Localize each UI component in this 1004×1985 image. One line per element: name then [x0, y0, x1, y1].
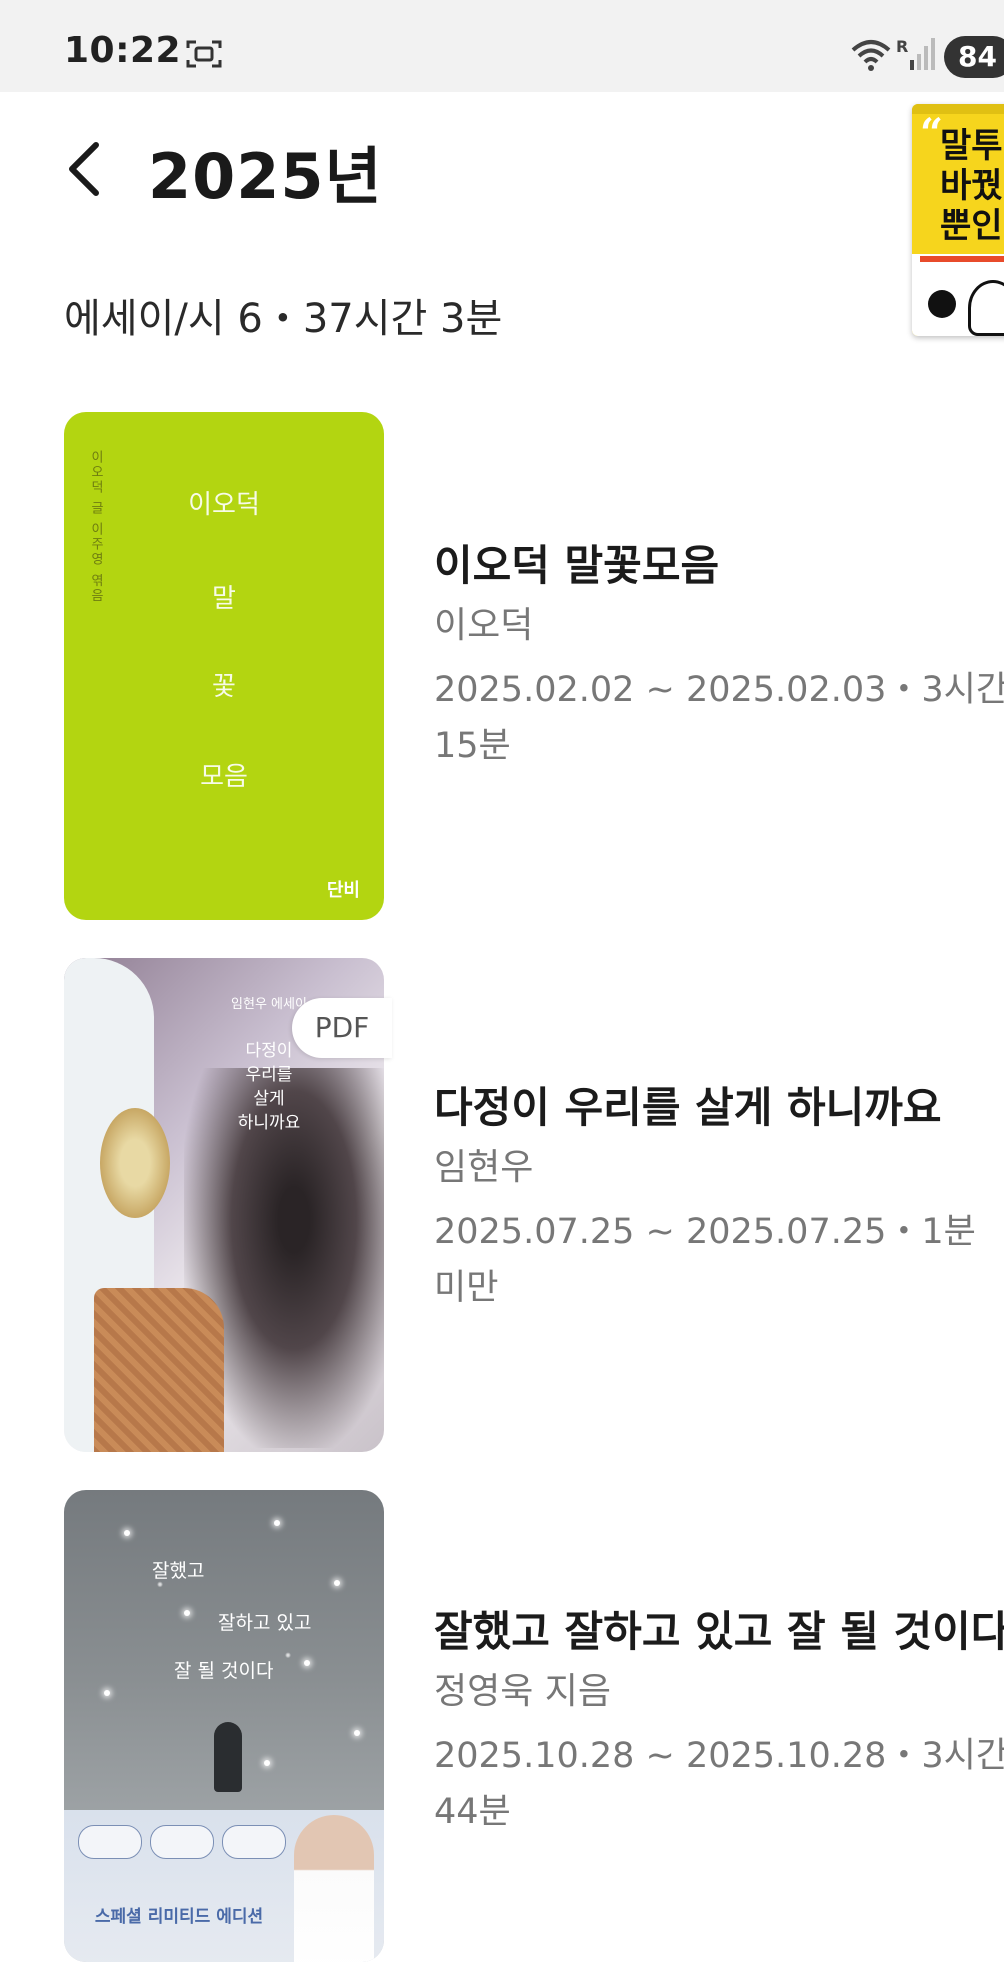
award-pill [78, 1825, 142, 1859]
status-bar: 10:22 R 84 [0, 0, 1004, 92]
cover-image-banana [100, 1108, 170, 1218]
book-author: 임현우 [434, 1147, 534, 1188]
award-pill [150, 1825, 214, 1859]
book-info: 잘했고 잘하고 있고 잘 될 것이다 정영욱 지음 2025.10.28 ~ 2… [434, 1604, 1004, 1840]
reading-period: 2025.02.02 ~ 2025.02.03・3시간 15분 [434, 670, 1004, 766]
sparkle [274, 1520, 280, 1526]
cover-text: 잘하고 있고 [218, 1612, 312, 1634]
sparkle [354, 1730, 360, 1736]
reading-summary: 에세이/시 6・37시간 3분 [64, 296, 503, 342]
cover-text: 잘 될 것이다 [174, 1660, 274, 1682]
publisher-logo: 단비 [326, 880, 360, 901]
cover-text: 꽃 [212, 672, 236, 702]
back-button[interactable] [54, 134, 114, 204]
speech-bubble-icon [928, 290, 956, 318]
cover-text: 하니까요 [237, 1113, 301, 1133]
sparkle [124, 1530, 130, 1536]
cover-image-cake [94, 1288, 224, 1452]
book-list-item[interactable]: 잘했고 잘하고 있고 잘 될 것이다 스페셜 리미티드 에디션 잘했고 잘하고 … [0, 1490, 1004, 1962]
wifi-icon [850, 38, 892, 76]
book-title: 다정이 우리를 살게 하니까요 [434, 1083, 942, 1132]
floating-book-title: 말투인 바꿨 뿐인 [940, 126, 1004, 246]
book-title: 이오덕 말꽃모음 [434, 541, 720, 590]
sparkle [334, 1580, 340, 1586]
book-info: 다정이 우리를 살게 하니까요 임현우 2025.07.25 ~ 2025.07… [434, 1080, 1004, 1316]
book-list-item[interactable]: 임현우 에세이 다정이 우리를 살게 하니까요 PDF 다정이 우리를 살게 하… [0, 958, 1004, 1452]
face-illustration [968, 280, 1004, 336]
cover-text: 말 [212, 584, 236, 614]
book-list-item[interactable]: 이오덕 글 이주영 엮음 이오덕 말 꽃 모음 단비 이오덕 말꽃모음 이오덕 … [0, 412, 1004, 920]
sparkle [304, 1660, 310, 1666]
status-time: 10:22 [64, 30, 182, 71]
award-pill [222, 1825, 286, 1859]
cover-subtitle-bar [920, 256, 1004, 262]
page-title: 2025년 [148, 140, 383, 213]
book-author: 이오덕 [434, 605, 534, 646]
svg-text:R: R [896, 37, 908, 56]
book-info: 이오덕 말꽃모음 이오덕 2025.02.02 ~ 2025.02.03・3시간… [434, 538, 1004, 774]
cover-banner-label: 스페셜 리미티드 에디션 [94, 1907, 264, 1927]
cover-text: 모음 [200, 762, 248, 792]
book-cover[interactable]: 잘했고 잘하고 있고 잘 될 것이다 스페셜 리미티드 에디션 [64, 1490, 384, 1962]
book-title: 잘했고 잘하고 있고 잘 될 것이다 [434, 1607, 1004, 1656]
sparkle [104, 1690, 110, 1696]
book-cover[interactable]: 이오덕 글 이주영 엮음 이오덕 말 꽃 모음 단비 [64, 412, 384, 920]
floating-book-cover[interactable]: “ 말투인 바꿨 뿐인 [912, 104, 1004, 336]
back-arrow-icon [69, 142, 99, 196]
cover-text: 잘했고 [152, 1560, 205, 1582]
signal-icon: R [896, 36, 936, 76]
sparkle [264, 1760, 270, 1766]
reading-period: 2025.07.25 ~ 2025.07.25・1분 미만 [434, 1212, 976, 1308]
cover-image-figure [214, 1722, 242, 1792]
pdf-badge: PDF [292, 998, 392, 1058]
cover-image-author-photo [294, 1815, 374, 1962]
cover-text: 이오덕 [188, 490, 260, 520]
sparkle [184, 1610, 190, 1616]
cover-text: 살게 [253, 1089, 285, 1109]
battery-indicator: 84 [944, 36, 1004, 78]
reading-period: 2025.10.28 ~ 2025.10.28・3시간 44분 [434, 1736, 1004, 1832]
screen-record-icon [186, 38, 222, 74]
book-author: 정영욱 지음 [434, 1671, 612, 1712]
cover-text: 우리를 [245, 1065, 293, 1085]
